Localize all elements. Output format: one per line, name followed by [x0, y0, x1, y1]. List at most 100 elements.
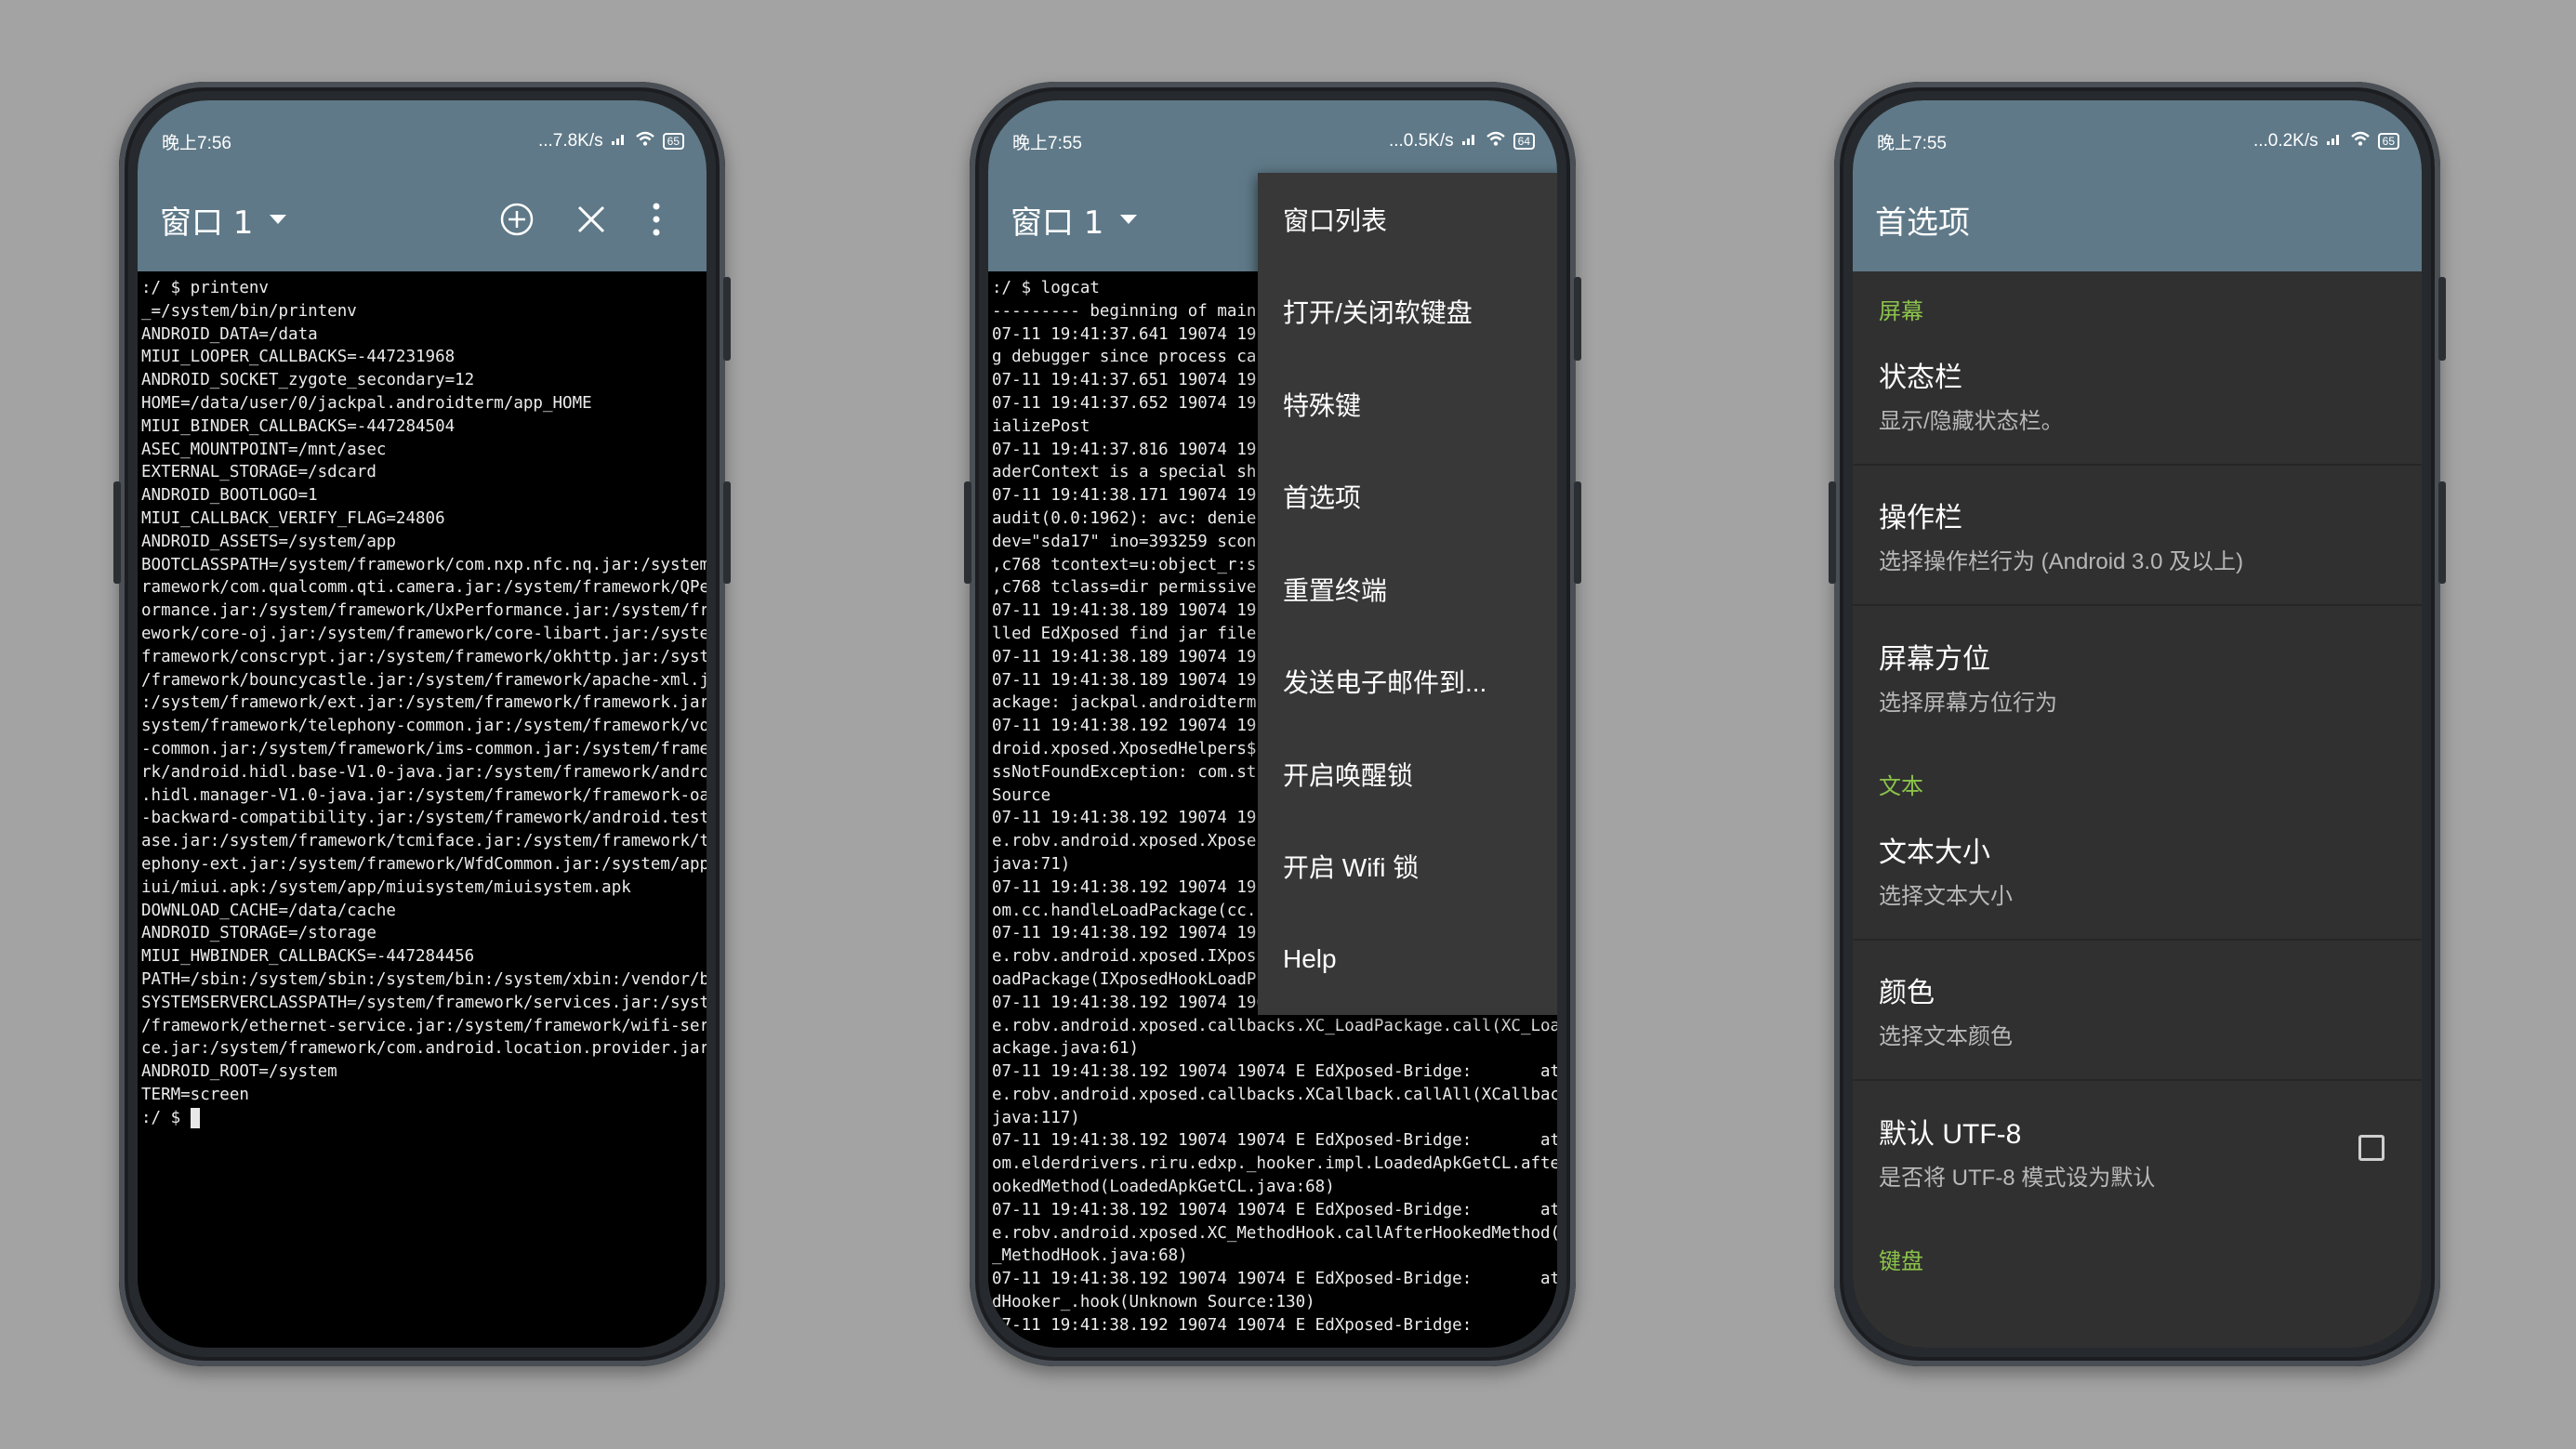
menu-item[interactable]: 开启 Wifi 锁 [1258, 821, 1557, 914]
menu-item[interactable]: Help [1258, 913, 1557, 1006]
terminal-line: 07-11 19:41:38.192 19074 19074 E EdXpose… [992, 1270, 1557, 1289]
preference-summary: 选择屏幕方位行为 [1879, 691, 2057, 716]
menu-item[interactable]: 特殊键 [1258, 358, 1557, 451]
status-bar: 晚上7:55 ...0.2K/s 65 [1853, 100, 2422, 167]
terminal-line: HOME=/data/user/0/jackpal.androidterm/ap… [141, 393, 592, 413]
phone-3: 晚上7:55 ...0.2K/s 65 首选项 屏幕 状态栏 显示/隐藏状态栏。 操作… [1829, 82, 2446, 1366]
menu-item[interactable]: 重置终端 [1258, 543, 1557, 636]
overflow-menu: 窗口列表 打开/关闭软键盘 特殊键 首选项 重置终端 发送电子邮件到... 开启唤醒锁 开启 … [1258, 173, 1557, 1015]
terminal-line: DOWNLOAD_CACHE=/data/cache [141, 901, 396, 920]
terminal-line: _=/system/bin/printenv [141, 301, 357, 321]
menu-item[interactable]: 打开/关闭软键盘 [1258, 266, 1557, 359]
terminal-line: om.elderdrivers.riru.edxp._hooker.impl.L… [992, 1154, 1557, 1174]
screen-1: 晚上7:56 ...7.8K/s 65 窗口 1:/ $ printenv _… [138, 100, 707, 1348]
preference-category: 屏幕 [1879, 299, 1923, 324]
page-title: 首选项 [1875, 204, 1970, 242]
phone-1: 晚上7:56 ...7.8K/s 65 窗口 1:/ $ printenv _… [113, 82, 731, 1366]
terminal-line: MIUI_LOOPER_CALLBACKS=-447231968 [141, 348, 456, 367]
terminal-line: :/system/framework/ext.jar:/system/frame… [141, 693, 707, 713]
terminal-line: ramework/com.qualcomm.qti.camera.jar:/sy… [141, 578, 707, 598]
terminal-line: ackage.java:61) [992, 1039, 1140, 1059]
menu-item[interactable]: 开启唤醒锁 [1258, 728, 1557, 821]
window-selector[interactable]: 窗口 1 [160, 197, 287, 243]
terminal-line: .hidl.manager-V1.0-java.jar:/system/fram… [141, 785, 707, 805]
close-window-button[interactable] [563, 191, 619, 247]
terminal-line: 07-11 19:41:38.192 19074 19074 E EdXpose… [992, 1315, 1557, 1335]
terminal-line: e.robv.android.xposed.callbacks.XCallbac… [992, 1085, 1557, 1104]
preference-category: 文本 [1879, 774, 1923, 799]
preference-category: 键盘 [1879, 1249, 1923, 1274]
terminal-line: ase.jar:/system/framework/tcmiface.jar:/… [141, 832, 707, 851]
menu-item[interactable]: 窗口列表 [1258, 173, 1557, 266]
preference-item[interactable]: 文本大小 选择文本大小 [1853, 800, 2422, 941]
new-window-button[interactable] [489, 191, 545, 247]
preference-summary: 选择文本颜色 [1879, 1024, 2013, 1049]
terminal-line: rk/android.hidl.base-V1.0-java.jar:/syst… [141, 762, 707, 782]
terminal-line: ANDROID_ASSETS=/system/app [141, 532, 396, 551]
status-time: 晚上7:55 [1877, 133, 1947, 153]
preference-title: 默认 UTF-8 [1879, 1119, 2022, 1150]
menu-item[interactable]: 发送电子邮件到... [1258, 636, 1557, 729]
menu-item[interactable]: 首选项 [1258, 451, 1557, 544]
dropdown-caret-icon [270, 215, 287, 224]
terminal-line: ANDROID_ROOT=/system [141, 1062, 337, 1082]
terminal-line: BOOTCLASSPATH=/system/framework/com.nxp.… [141, 555, 707, 574]
screen-2: 晚上7:55 ...0.5K/s 64 窗口 1 :/ $ logcat ----… [988, 100, 1557, 1348]
terminal-line: dHooker_.hook(Unknown Source:130) [992, 1293, 1315, 1312]
window-selector[interactable]: 窗口 1 [1011, 197, 1138, 243]
terminal-line: 07-11 19:41:38.192 19074 19074 E EdXpose… [992, 1200, 1557, 1219]
preference-title: 颜色 [1879, 978, 1935, 1008]
preference-item[interactable]: 状态栏 显示/隐藏状态栏。 [1853, 325, 2422, 466]
terminal-line: TERM=screen [141, 1085, 249, 1104]
terminal-line: ework/core-oj.jar:/system/framework/core… [141, 624, 707, 643]
preference-title: 操作栏 [1879, 503, 1962, 533]
signal-icon [611, 131, 627, 151]
terminal-line: e.robv.android.xposed.XC_MethodHook.call… [992, 1223, 1557, 1243]
preference-summary: 选择操作栏行为 (Android 3.0 及以上) [1879, 549, 2244, 574]
overflow-menu-button[interactable] [628, 191, 684, 247]
terminal-line: system/framework/telephony-common.jar:/s… [141, 717, 707, 736]
terminal-line: ASEC_MOUNTPOINT=/mnt/asec [141, 440, 387, 459]
terminal-line: ephony-ext.jar:/system/framework/WfdComm… [141, 854, 707, 874]
battery-icon: 65 [662, 133, 684, 150]
terminal-line: ormance.jar:/system/framework/UxPerforma… [141, 601, 707, 621]
terminal-line: _MethodHook.java:68) [992, 1246, 1188, 1266]
action-bar: 窗口 1 [138, 167, 707, 271]
terminal-line: ookedMethod(LoadedApkGetCL.java:68) [992, 1178, 1335, 1197]
preference-item[interactable]: 颜色 选择文本颜色 [1853, 941, 2422, 1081]
network-speed: ...0.5K/s [1388, 131, 1454, 151]
battery-icon: 65 [2377, 133, 2399, 150]
wifi-icon [635, 130, 655, 152]
action-bar: 首选项 [1853, 167, 2422, 271]
window-title: 窗口 1 [160, 204, 254, 242]
terminal-line: EXTERNAL_STORAGE=/sdcard [141, 463, 376, 482]
status-bar: 晚上7:56 ...7.8K/s 65 [138, 100, 707, 167]
terminal-line: PATH=/sbin:/system/sbin:/system/bin:/sys… [141, 969, 707, 989]
terminal-prompt-line: :/ $ [141, 1107, 707, 1130]
preference-summary: 是否将 UTF-8 模式设为默认 [1879, 1166, 2156, 1191]
preference-summary: 显示/隐藏状态栏。 [1879, 409, 2064, 434]
terminal-line: -backward-compatibility.jar:/system/fram… [141, 809, 707, 828]
status-bar: 晚上7:55 ...0.5K/s 64 [988, 100, 1557, 167]
terminal-prompt: :/ $ [141, 1108, 191, 1127]
preference-item[interactable]: 操作栏选择操作栏行为 (Android 3.0 及以上) [1853, 466, 2422, 606]
battery-icon: 64 [1513, 133, 1535, 150]
preference-item[interactable]: 默认 UTF-8 是否将 UTF-8 模式设为默认 [1853, 1081, 2422, 1221]
close-icon [577, 205, 605, 233]
terminal-output[interactable]: :/ $ printenv _=/system/bin/printenv ANDRO… [138, 271, 707, 1348]
terminal-line: ANDROID_STORAGE=/storage [141, 924, 376, 943]
terminal-line: ANDROID_SOCKET_zygote_secondary=12 [141, 371, 475, 390]
terminal-line: -common.jar:/system/framework/ims-common… [141, 739, 707, 758]
terminal-line: /framework/ethernet-service.jar:/system/… [141, 1016, 707, 1035]
terminal-line: ce.jar:/system/framework/com.android.loc… [141, 1039, 707, 1059]
utf8-checkbox[interactable] [2358, 1135, 2384, 1161]
signal-icon [1461, 131, 1478, 151]
more-vert-icon [653, 203, 660, 236]
status-time: 晚上7:56 [162, 133, 231, 153]
preference-item[interactable]: 屏幕方位 选择屏幕方位行为 [1853, 606, 2422, 746]
terminal-line: :/ $ printenv [141, 279, 269, 297]
screen-3: 晚上7:55 ...0.2K/s 65 首选项 屏幕 状态栏 显示/隐藏状态栏。 操作… [1853, 100, 2422, 1348]
terminal-line: MIUI_CALLBACK_VERIFY_FLAG=24806 [141, 508, 445, 528]
network-speed: ...7.8K/s [537, 131, 603, 151]
terminal-line: 07-11 19:41:38.192 19074 19074 E EdXpose… [992, 1062, 1557, 1082]
